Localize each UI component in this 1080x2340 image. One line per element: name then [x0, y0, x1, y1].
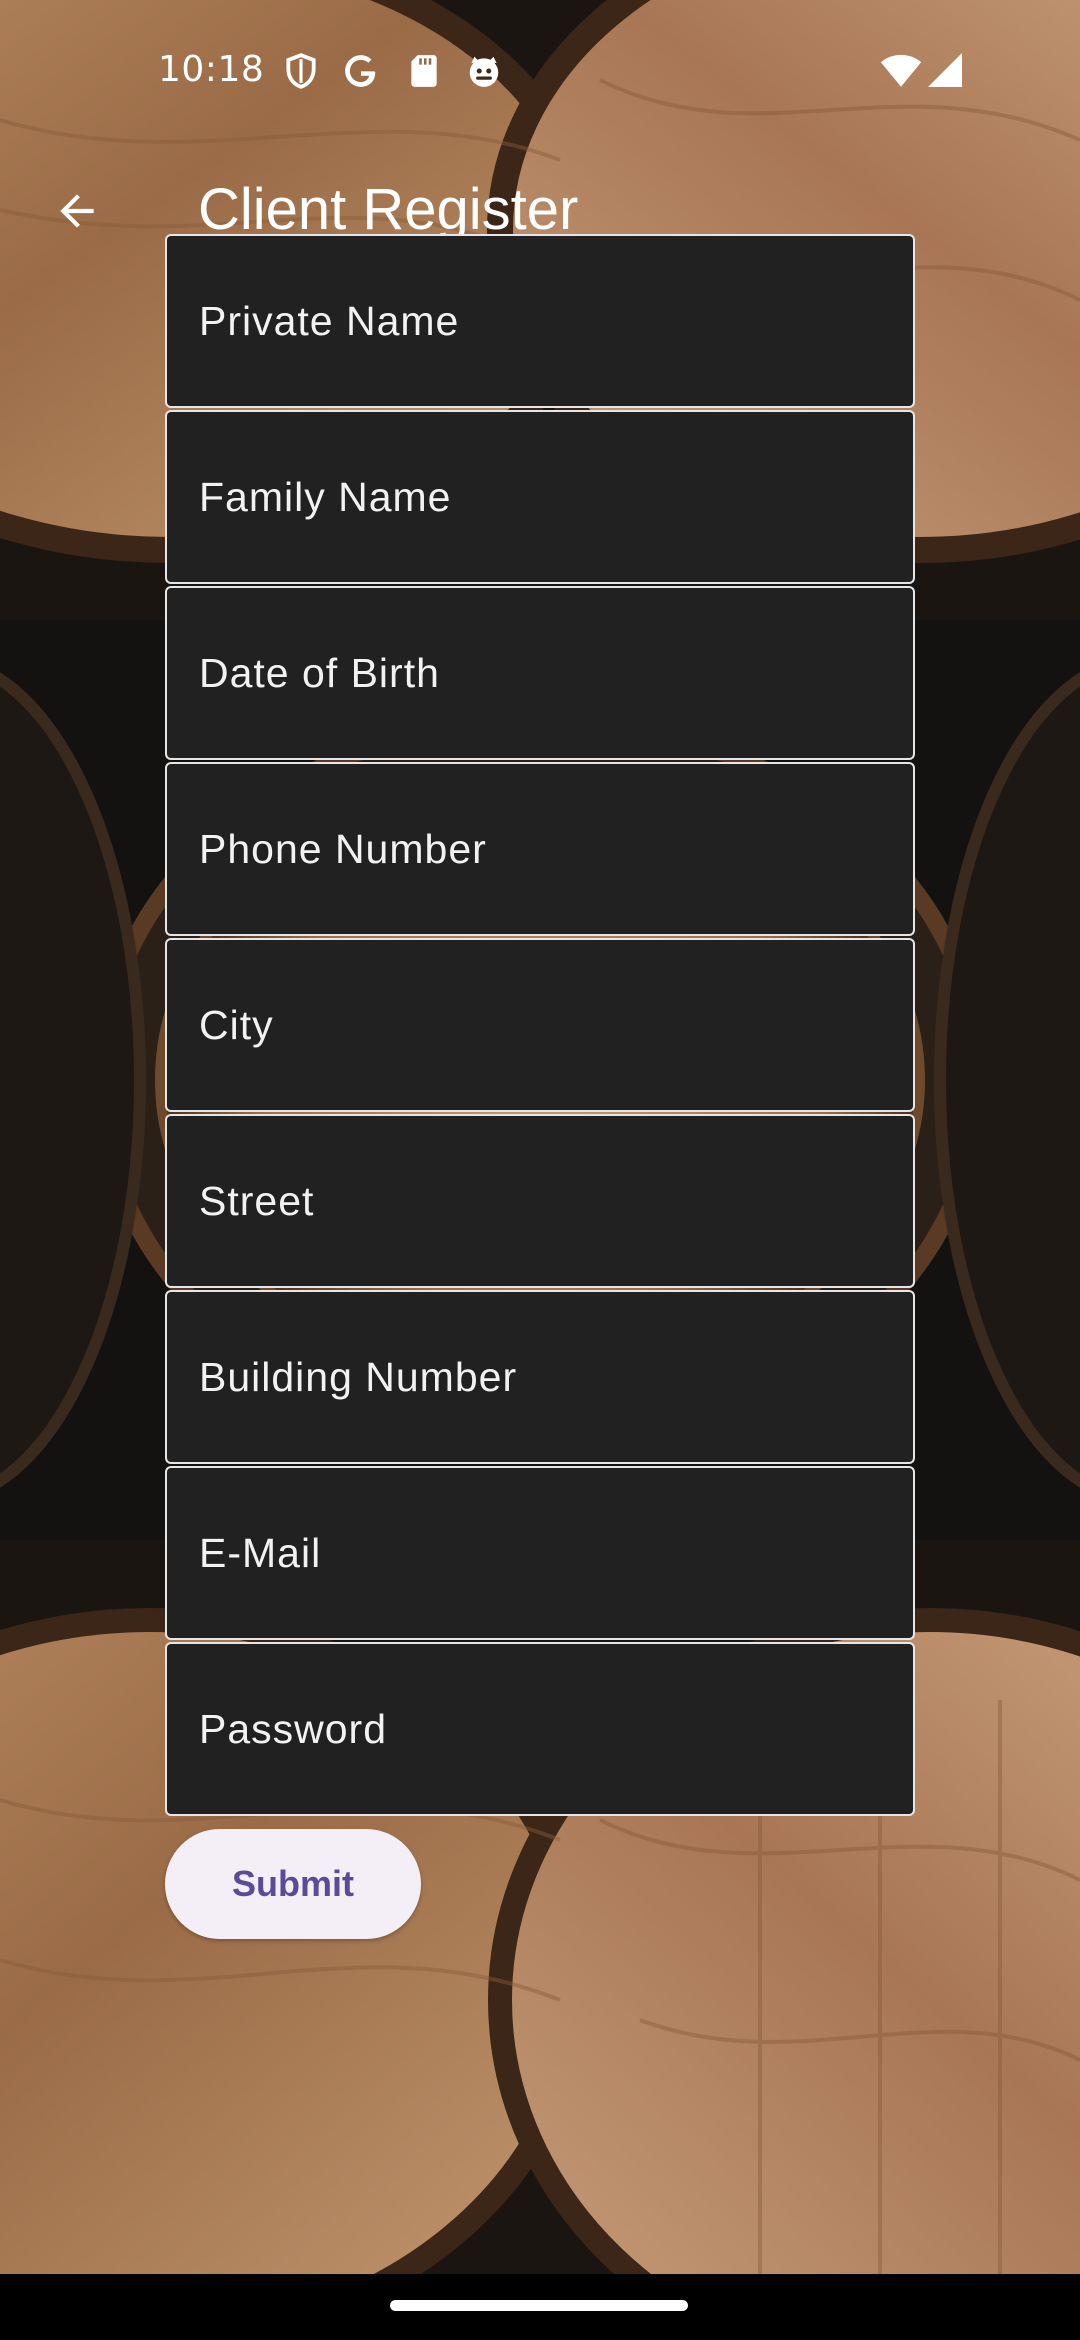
cell-signal-icon	[928, 53, 962, 87]
building-number-field[interactable]: Building Number	[165, 1290, 915, 1464]
home-indicator[interactable]	[390, 2300, 688, 2311]
family-name-field[interactable]: Family Name	[165, 410, 915, 584]
screen: 10:18 Client Register Private Name Famil…	[0, 0, 1080, 2340]
phone-number-field[interactable]: Phone Number	[165, 762, 915, 936]
status-bar: 10:18	[0, 0, 1080, 140]
email-field[interactable]: E-Mail	[165, 1466, 915, 1640]
navigation-bar	[0, 2274, 1080, 2340]
status-time: 10:18	[158, 49, 265, 90]
field-label: Street	[199, 1177, 315, 1224]
submit-button[interactable]: Submit	[165, 1829, 421, 1939]
register-form: Private Name Family Name Date of Birth P…	[165, 234, 915, 1818]
field-label: City	[199, 1001, 274, 1048]
field-label: Private Name	[199, 297, 460, 344]
password-field[interactable]: Password	[165, 1642, 915, 1816]
shield-icon	[286, 53, 316, 89]
wifi-icon	[880, 54, 922, 87]
field-label: Family Name	[199, 473, 452, 520]
field-label: E-Mail	[199, 1529, 322, 1576]
field-label: Password	[199, 1705, 388, 1752]
street-field[interactable]: Street	[165, 1114, 915, 1288]
sd-card-icon	[411, 55, 437, 87]
private-name-field[interactable]: Private Name	[165, 234, 915, 408]
field-label: Building Number	[199, 1353, 518, 1400]
back-button[interactable]	[44, 178, 110, 244]
google-icon	[345, 55, 376, 87]
face-icon	[469, 56, 499, 87]
field-label: Date of Birth	[199, 649, 440, 696]
date-of-birth-field[interactable]: Date of Birth	[165, 586, 915, 760]
city-field[interactable]: City	[165, 938, 915, 1112]
field-label: Phone Number	[199, 825, 487, 872]
arrow-left-icon	[60, 194, 94, 228]
